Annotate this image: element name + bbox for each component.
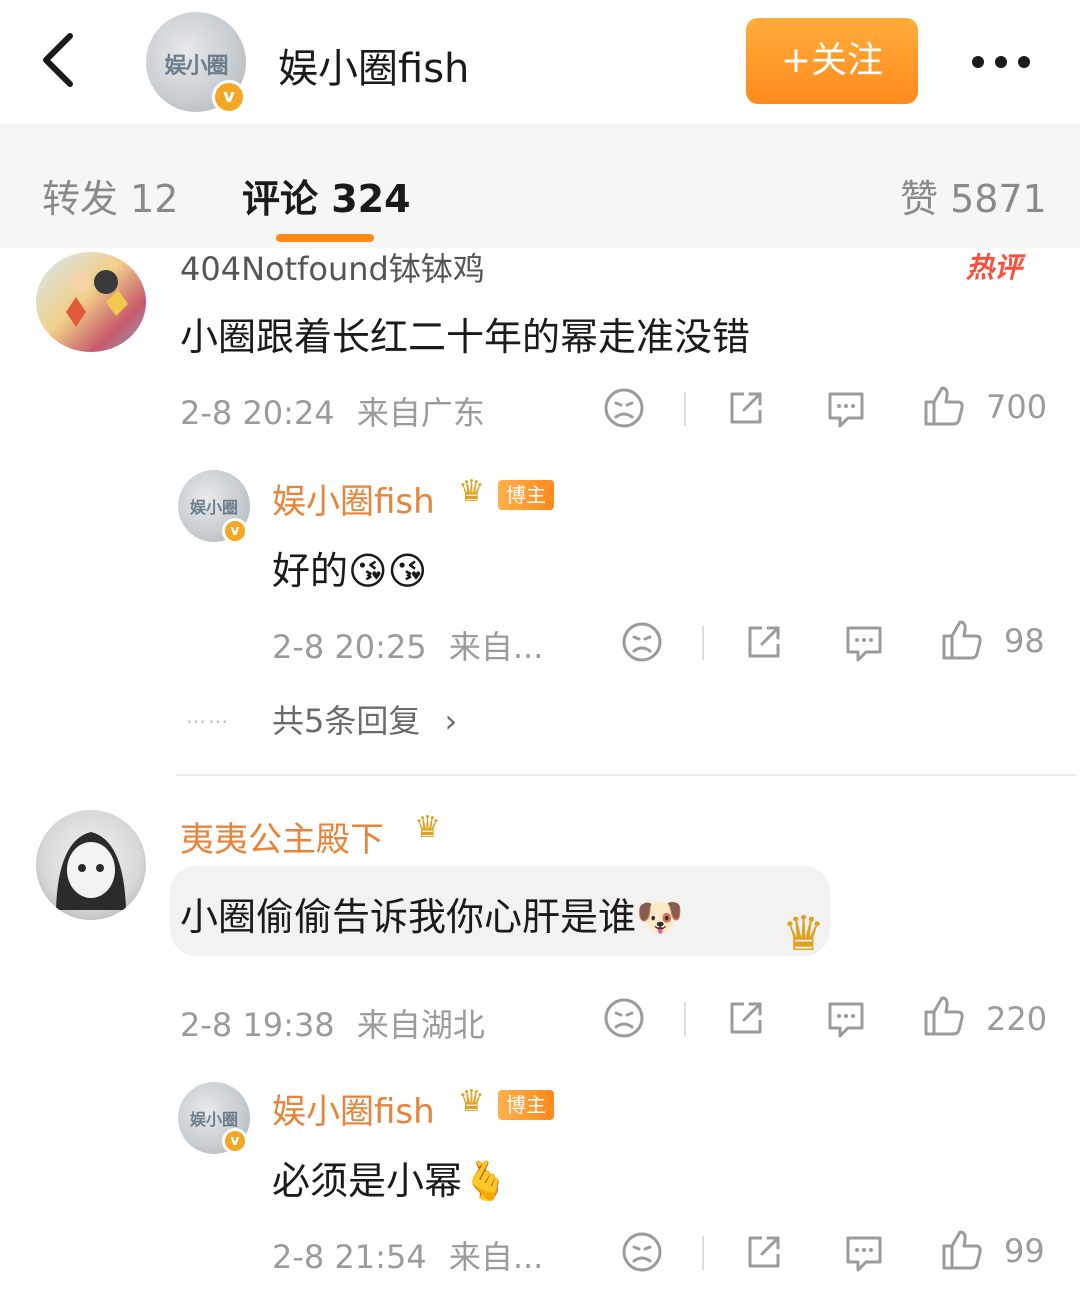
tab-repost[interactable]: 转发 12 <box>42 168 178 223</box>
dislike-face-icon[interactable] <box>602 386 646 430</box>
thumbs-up-icon[interactable] <box>940 1228 984 1272</box>
action-separator <box>702 626 704 660</box>
comment-username[interactable]: 404Notfound钵钵鸡 <box>180 244 485 290</box>
more-replies-dots: …… <box>186 704 230 728</box>
tab-bar: 转发 12 评论 324 赞 5871 <box>0 124 1080 248</box>
hot-comment-badge: 热评 <box>966 251 1023 284</box>
comment-location: 来自广东 <box>356 394 485 432</box>
comment-time: 2-8 20:24 <box>180 394 335 432</box>
comment-meta: 2-8 19:38 来自湖北 <box>180 1000 485 1046</box>
share-icon[interactable] <box>742 620 786 664</box>
like-count: 99 <box>1004 1232 1045 1270</box>
comment-meta: 2-8 20:24 来自广东 <box>180 388 485 434</box>
reply-text-body: 必须是小幂 <box>272 1159 463 1203</box>
avatar-illustration-icon <box>66 270 128 327</box>
active-tab-indicator <box>276 234 374 242</box>
reply-text-body: 好的 <box>272 549 349 593</box>
like-count: 220 <box>986 1000 1048 1038</box>
follow-button[interactable]: +关注 <box>746 18 918 104</box>
reply-bubble-icon[interactable] <box>842 620 886 664</box>
more-replies-label: 共5条回复 <box>272 702 421 740</box>
comment-text-body: 小圈偷偷告诉我你心肝是谁 <box>180 895 637 939</box>
share-icon[interactable] <box>724 996 768 1040</box>
like-count: 700 <box>986 388 1048 426</box>
chevron-right-icon: › <box>444 702 458 740</box>
verified-badge-icon: v <box>212 80 246 114</box>
comment-divider <box>176 774 1076 776</box>
tab-comment[interactable]: 评论 324 <box>242 168 411 223</box>
comment-username[interactable]: 夷夷公主殿下 <box>180 812 384 861</box>
comment-location: 来自湖北 <box>356 1006 485 1044</box>
reply-bubble-icon[interactable] <box>824 386 868 430</box>
finger-heart-emoji-icon: 🫰 <box>462 1159 510 1203</box>
chevron-left-icon[interactable] <box>34 30 84 90</box>
blogger-avatar-logo: 娱小圈 <box>189 498 238 517</box>
dislike-face-icon[interactable] <box>620 1230 664 1274</box>
more-dots-icon[interactable] <box>966 42 1036 82</box>
thumbs-up-icon[interactable] <box>922 384 966 428</box>
reply-time: 2-8 21:54 <box>272 1238 427 1276</box>
comment-text: 小圈偷偷告诉我你心肝是谁🐶 <box>180 886 683 941</box>
thumbs-up-icon[interactable] <box>922 994 966 1038</box>
blogger-tag: 博主 <box>498 480 554 510</box>
author-name[interactable]: 娱小圈fish <box>278 36 469 94</box>
doge-emoji-icon: 🐶 <box>636 895 684 939</box>
blogger-tag: 博主 <box>498 1090 554 1120</box>
like-count: 98 <box>1004 622 1045 660</box>
top-bar: 娱小圈 v 娱小圈fish +关注 <box>0 0 1080 124</box>
share-icon[interactable] <box>742 1230 786 1274</box>
share-icon[interactable] <box>724 386 768 430</box>
author-avatar-logo: 娱小圈 <box>164 54 228 79</box>
dislike-face-icon[interactable] <box>602 996 646 1040</box>
avatar-illustration-icon <box>56 832 126 910</box>
action-separator <box>684 1002 686 1036</box>
tab-likes[interactable]: 赞 5871 <box>900 168 1047 223</box>
reply-bubble-icon[interactable] <box>842 1230 886 1274</box>
blogger-avatar-logo: 娱小圈 <box>189 1110 238 1129</box>
user-avatar[interactable] <box>36 810 146 920</box>
reply-meta: 2-8 21:54 来自... <box>272 1232 543 1278</box>
action-separator <box>684 392 686 426</box>
thumbs-up-icon[interactable] <box>940 618 984 662</box>
comment-text: 小圈跟着长红二十年的幂走准没错 <box>180 315 751 359</box>
user-avatar[interactable] <box>36 252 146 352</box>
comment-time: 2-8 19:38 <box>180 1006 335 1044</box>
reply-time: 2-8 20:25 <box>272 628 427 666</box>
reply-username[interactable]: 娱小圈fish <box>272 1084 435 1133</box>
more-replies-link[interactable]: 共5条回复 › <box>272 696 457 742</box>
action-separator <box>702 1236 704 1270</box>
reply-text: 好的😘😘 <box>272 540 427 595</box>
crown-icon: ♛ <box>458 1084 485 1119</box>
reply-text: 必须是小幂🫰 <box>272 1150 509 1205</box>
dislike-face-icon[interactable] <box>620 620 664 664</box>
crown-icon: ♛ <box>458 474 485 509</box>
crown-badge-icon: ♛ <box>414 810 441 845</box>
reply-location: 来自... <box>448 1238 544 1276</box>
reply-username[interactable]: 娱小圈fish <box>272 474 435 523</box>
reply-meta: 2-8 20:25 来自... <box>272 622 543 668</box>
bubble-crown-decoration-icon: ♛ <box>782 906 826 962</box>
reply-location: 来自... <box>448 628 544 666</box>
verified-badge-icon: v <box>222 1128 248 1154</box>
reply-bubble-icon[interactable] <box>824 996 868 1040</box>
kiss-emoji-icon: 😘😘 <box>348 549 428 593</box>
verified-badge-icon: v <box>222 518 248 544</box>
